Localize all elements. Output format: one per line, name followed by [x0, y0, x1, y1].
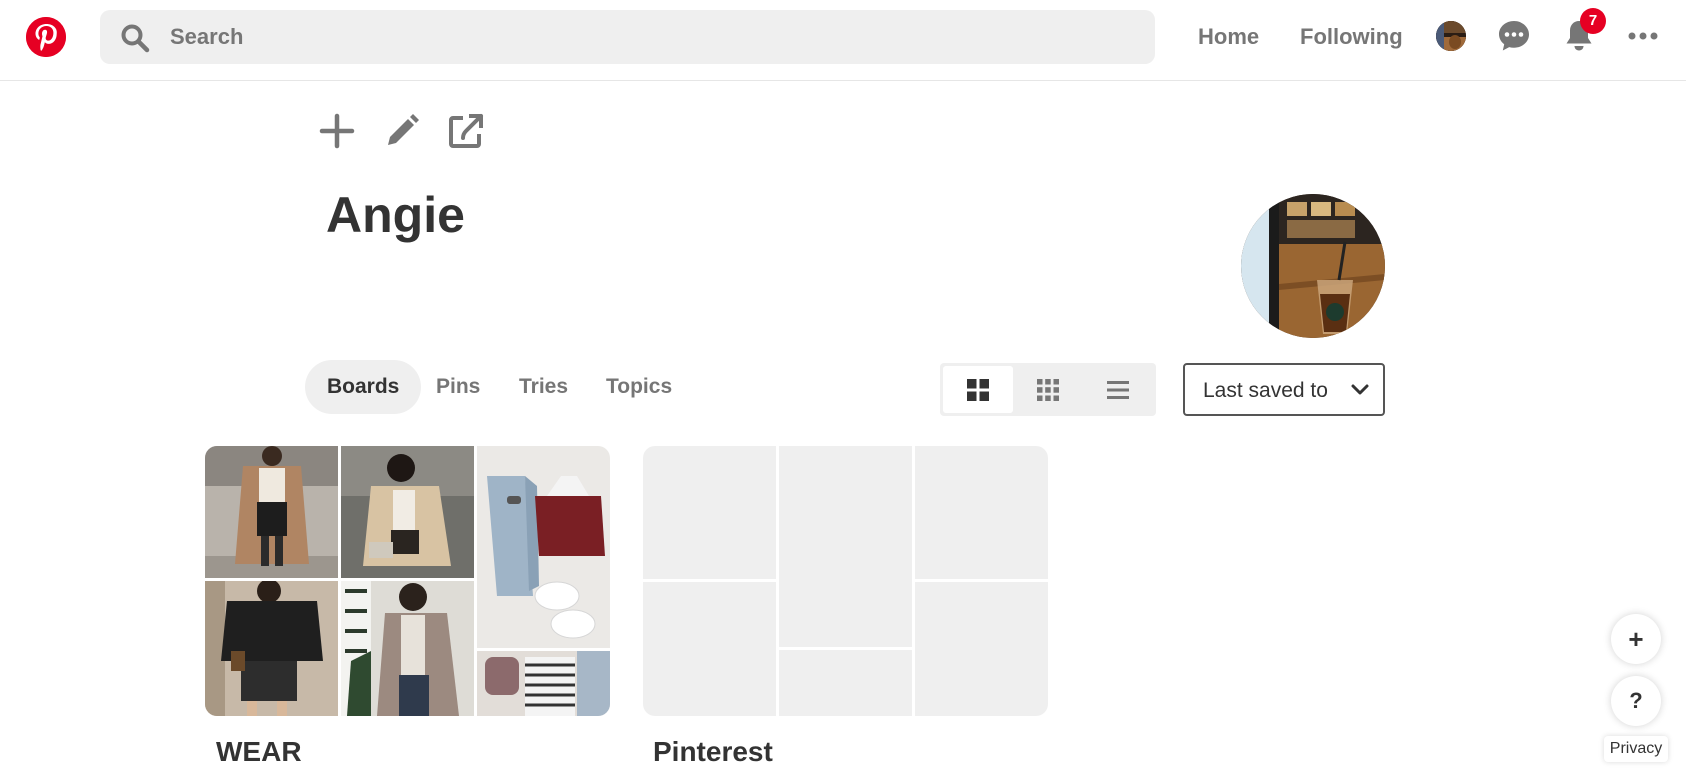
tab-boards[interactable]: Boards — [305, 360, 422, 414]
board-title-pinterest[interactable]: Pinterest — [653, 736, 773, 768]
large-grid-view-button[interactable] — [943, 366, 1013, 413]
header-avatar[interactable] — [1436, 21, 1466, 51]
small-grid-view-button[interactable] — [1013, 366, 1083, 413]
board-title-wear[interactable]: WEAR — [216, 736, 302, 768]
chevron-down-icon — [1351, 384, 1369, 395]
share-icon[interactable] — [447, 112, 485, 150]
board-pin-thumbnail — [477, 651, 610, 716]
pinterest-logo-icon[interactable] — [26, 17, 66, 57]
tab-pins[interactable]: Pins — [414, 360, 502, 414]
small-grid-icon — [1037, 379, 1059, 401]
tab-topics[interactable]: Topics — [584, 360, 694, 414]
sort-label: Last saved to — [1203, 379, 1328, 402]
search-bar[interactable] — [100, 10, 1155, 64]
board-pin-thumbnail — [205, 581, 338, 716]
board-pin-thumbnail — [341, 446, 474, 578]
list-view-button[interactable] — [1083, 366, 1153, 413]
profile-avatar[interactable] — [1241, 194, 1385, 338]
add-icon[interactable] — [318, 112, 356, 150]
board-placeholder-cell — [915, 446, 1048, 579]
floating-add-button[interactable]: + — [1611, 614, 1661, 664]
search-input[interactable] — [170, 10, 1130, 64]
messages-icon[interactable] — [1496, 18, 1532, 54]
board-placeholder-cell — [915, 582, 1048, 716]
board-pin-thumbnail — [341, 581, 474, 716]
board-placeholder-cell — [643, 446, 776, 579]
board-pin-thumbnail — [205, 446, 338, 578]
search-icon — [121, 24, 150, 53]
sort-dropdown[interactable]: Last saved to — [1183, 363, 1385, 416]
notification-count-badge: 7 — [1580, 8, 1606, 34]
board-placeholder-cell — [643, 582, 776, 716]
board-pinterest-cover[interactable] — [643, 446, 1048, 716]
nav-home-link[interactable]: Home — [1198, 24, 1259, 50]
view-toggle-group — [940, 363, 1156, 416]
nav-following-link[interactable]: Following — [1300, 24, 1403, 50]
privacy-link[interactable]: Privacy — [1604, 736, 1668, 762]
board-placeholder-cell — [779, 446, 912, 647]
board-pin-thumbnail — [477, 446, 610, 648]
floating-help-button[interactable]: ? — [1611, 676, 1661, 726]
more-options-icon[interactable] — [1625, 18, 1661, 54]
edit-pencil-icon[interactable] — [383, 112, 421, 150]
list-icon — [1107, 381, 1129, 399]
tab-tries[interactable]: Tries — [497, 360, 590, 414]
board-wear-cover[interactable] — [205, 446, 610, 716]
top-nav-bar: Home Following 7 — [0, 0, 1686, 81]
board-placeholder-cell — [779, 650, 912, 716]
profile-name: Angie — [326, 187, 465, 243]
large-grid-icon — [967, 379, 989, 401]
